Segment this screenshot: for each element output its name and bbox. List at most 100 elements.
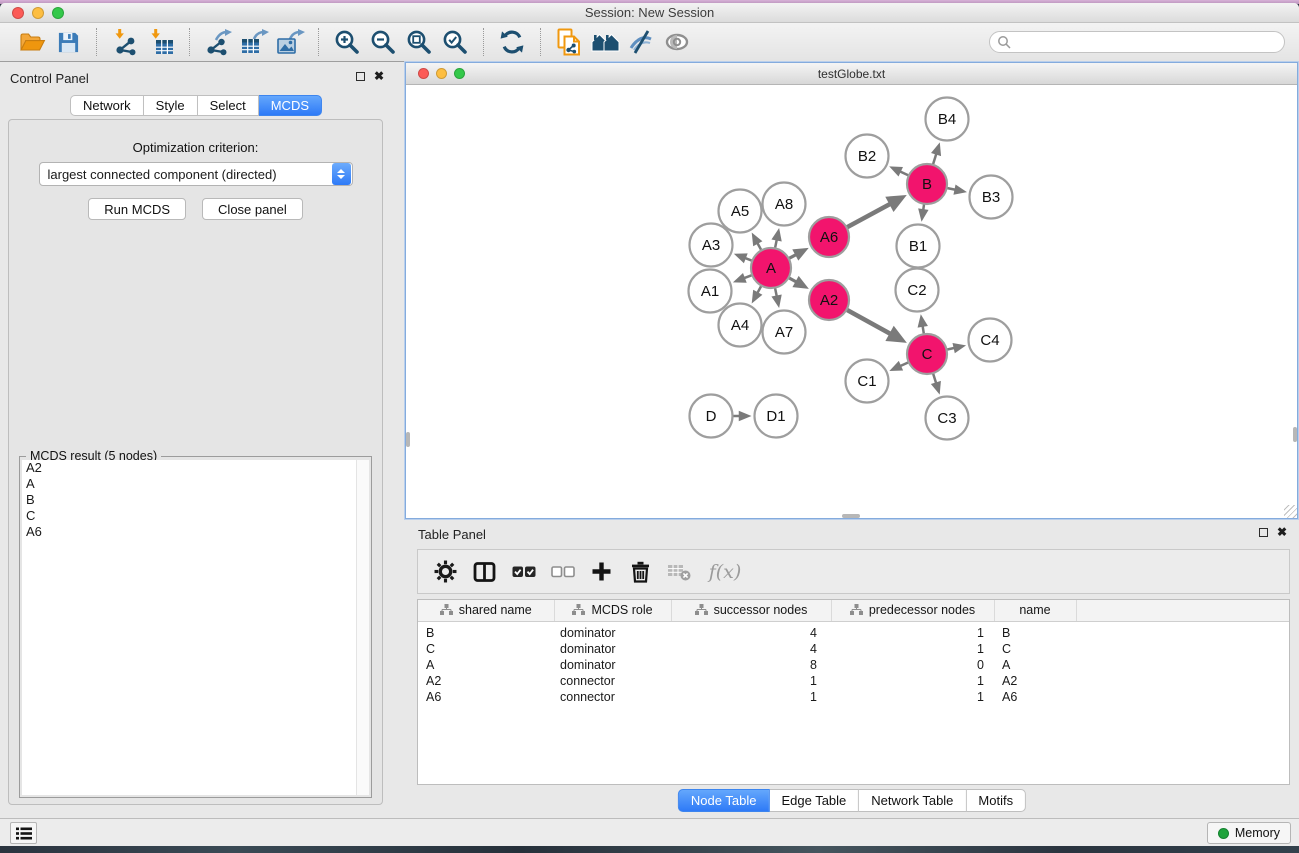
network-graph[interactable]: B4B2BB3A8A5A6A3B1AA1C2A2A4A7C4CC1C3DD1 (406, 86, 1296, 517)
column-header-name[interactable]: name (994, 600, 1076, 621)
mcds-result-list[interactable]: A2ABCA6 (22, 460, 369, 795)
hide-graphics-details-icon[interactable] (623, 25, 659, 59)
tab-network[interactable]: Network (70, 95, 144, 116)
import-table-icon[interactable] (143, 25, 179, 59)
table-cell[interactable]: B (418, 621, 554, 641)
mcds-result-item[interactable]: A2 (22, 460, 369, 476)
graph-edge-arrowhead (739, 411, 752, 422)
network-canvas[interactable]: B4B2BB3A8A5A6A3B1AA1C2A2A4A7C4CC1C3DD1 (406, 86, 1297, 518)
float-table-panel-icon[interactable] (1259, 528, 1268, 537)
table-row[interactable]: Bdominator41B (418, 621, 1289, 641)
table-cell[interactable]: 1 (831, 689, 994, 705)
show-view-icon[interactable] (659, 25, 695, 59)
list-scrollbar[interactable] (356, 460, 369, 795)
table-cell[interactable]: 1 (831, 641, 994, 657)
table-row[interactable]: A6connector11A6 (418, 689, 1289, 705)
table-cell[interactable]: A2 (418, 673, 554, 689)
import-network-icon[interactable] (107, 25, 143, 59)
table-cell[interactable]: 1 (831, 673, 994, 689)
table-cell[interactable]: A6 (418, 689, 554, 705)
tab-motifs[interactable]: Motifs (966, 789, 1026, 812)
run-mcds-button[interactable]: Run MCDS (88, 198, 186, 220)
show-columns-icon[interactable] (465, 561, 504, 583)
table-cell[interactable]: A6 (994, 689, 1076, 705)
close-panel-icon[interactable]: ✖ (374, 71, 384, 81)
table-row[interactable]: Adominator80A (418, 657, 1289, 673)
mcds-result-item[interactable]: A (22, 476, 369, 492)
table-cell[interactable]: A (994, 657, 1076, 673)
duplicate-network-icon[interactable] (551, 25, 587, 59)
deselect-all-checkboxes-icon[interactable] (543, 565, 582, 579)
mcds-result-item[interactable]: A6 (22, 524, 369, 540)
minimize-network-window-button[interactable] (436, 68, 447, 79)
close-network-window-button[interactable] (418, 68, 429, 79)
close-panel-button[interactable]: Close panel (202, 198, 303, 220)
select-all-checkboxes-icon[interactable] (504, 565, 543, 579)
table-cell[interactable]: 1 (671, 689, 831, 705)
table-cell[interactable]: 1 (831, 621, 994, 641)
table-cell[interactable]: C (418, 641, 554, 657)
table-row[interactable]: A2connector11A2 (418, 673, 1289, 689)
column-header-predecessor-nodes[interactable]: predecessor nodes (831, 600, 994, 621)
table-cell[interactable]: 8 (671, 657, 831, 673)
canvas-scroll-thumb-left[interactable] (406, 432, 410, 447)
tab-select[interactable]: Select (198, 95, 259, 116)
table-cell[interactable]: 4 (671, 641, 831, 657)
tab-style[interactable]: Style (144, 95, 198, 116)
table-cell[interactable]: B (994, 621, 1076, 641)
table-cell[interactable]: A2 (994, 673, 1076, 689)
table-settings-icon[interactable] (426, 560, 465, 583)
table-cell[interactable]: dominator (554, 657, 671, 673)
close-table-panel-icon[interactable]: ✖ (1277, 527, 1287, 537)
search-input[interactable] (1011, 35, 1277, 49)
canvas-scroll-thumb-bottom[interactable] (842, 514, 860, 518)
mcds-result-item[interactable]: B (22, 492, 369, 508)
close-window-button[interactable] (12, 7, 24, 19)
column-header-successor-nodes[interactable]: successor nodes (671, 600, 831, 621)
save-session-icon[interactable] (50, 25, 86, 59)
canvas-scroll-thumb-right[interactable] (1293, 427, 1297, 442)
float-panel-icon[interactable] (356, 72, 365, 81)
minimize-window-button[interactable] (32, 7, 44, 19)
table-cell[interactable]: A (418, 657, 554, 673)
zoom-out-icon[interactable] (365, 25, 401, 59)
zoom-window-button[interactable] (52, 7, 64, 19)
tab-node-table[interactable]: Node Table (678, 789, 770, 812)
table-row[interactable]: Cdominator41C (418, 641, 1289, 657)
open-session-icon[interactable] (14, 25, 50, 59)
tab-edge-table[interactable]: Edge Table (769, 789, 859, 812)
mcds-result-item[interactable]: C (22, 508, 369, 524)
table-cell[interactable]: C (994, 641, 1076, 657)
export-network-icon[interactable] (200, 25, 236, 59)
add-column-icon[interactable] (582, 561, 621, 582)
table-cell[interactable]: connector (554, 689, 671, 705)
column-header-mcds-role[interactable]: MCDS role (554, 600, 671, 621)
optimization-criterion-dropdown[interactable]: largest connected component (directed) (39, 162, 353, 186)
search-field[interactable] (989, 31, 1285, 53)
zoom-network-window-button[interactable] (454, 68, 465, 79)
home-view-icon[interactable] (587, 25, 623, 59)
network-window-title: testGlobe.txt (406, 63, 1297, 85)
tab-mcds[interactable]: MCDS (259, 95, 322, 116)
memory-button[interactable]: Memory (1207, 822, 1291, 844)
table-cell[interactable]: dominator (554, 641, 671, 657)
zoom-in-icon[interactable] (329, 25, 365, 59)
refresh-layout-icon[interactable] (494, 25, 530, 59)
table-cell[interactable]: dominator (554, 621, 671, 641)
column-header-shared-name[interactable]: shared name (418, 600, 554, 621)
table-cell[interactable]: connector (554, 673, 671, 689)
tab-network-table[interactable]: Network Table (859, 789, 966, 812)
node-table[interactable]: shared nameMCDS rolesuccessor nodesprede… (418, 600, 1289, 705)
zoom-selected-icon[interactable] (437, 25, 473, 59)
network-window-titlebar[interactable]: testGlobe.txt (406, 63, 1297, 85)
export-table-icon[interactable] (236, 25, 272, 59)
export-image-icon[interactable] (272, 25, 308, 59)
window-resize-grip[interactable] (1284, 505, 1297, 518)
zoom-fit-icon[interactable] (401, 25, 437, 59)
table-cell[interactable]: 1 (671, 673, 831, 689)
task-history-button[interactable] (10, 822, 37, 844)
table-cell[interactable]: 0 (831, 657, 994, 673)
node-table-container: shared nameMCDS rolesuccessor nodesprede… (417, 599, 1290, 785)
table-cell[interactable]: 4 (671, 621, 831, 641)
delete-column-icon[interactable] (621, 561, 660, 583)
